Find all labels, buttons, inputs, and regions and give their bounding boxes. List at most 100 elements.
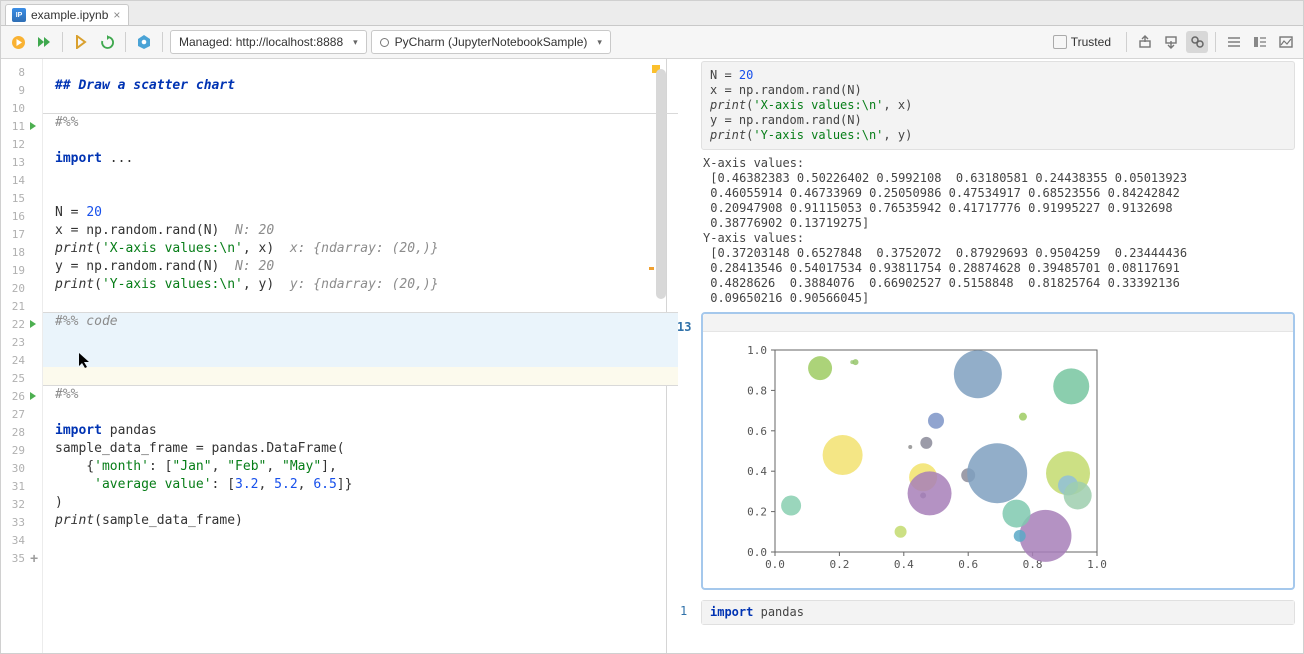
separator: [1126, 32, 1127, 52]
scatter-chart: 0.00.20.40.60.81.00.00.20.40.60.81.0: [703, 332, 1293, 588]
gutter-row: 13: [1, 153, 43, 171]
scrollbar-thumb[interactable]: [656, 69, 666, 299]
tab-example-ipynb[interactable]: example.ipynb ×: [5, 4, 129, 25]
gutter-row: 12: [1, 135, 43, 153]
gutter-row: 20: [1, 279, 43, 297]
line-number: 22: [1, 318, 25, 331]
gutter-row: 21: [1, 297, 43, 315]
svg-text:0.4: 0.4: [894, 558, 914, 571]
line-number: 18: [1, 246, 25, 259]
code-line[interactable]: [55, 530, 666, 548]
code-line[interactable]: import pandas: [55, 422, 666, 440]
output-text: X-axis values: [0.46382383 0.50226402 0.…: [703, 156, 1295, 306]
view-list-button[interactable]: [1223, 31, 1245, 53]
code-line[interactable]: y = np.random.rand(N) N: 20: [55, 258, 666, 276]
trusted-checkbox[interactable]: [1053, 35, 1067, 49]
code-line[interactable]: [55, 95, 666, 113]
code-line[interactable]: ): [55, 494, 666, 512]
code-line[interactable]: [55, 132, 666, 150]
line-number: 35: [1, 552, 25, 565]
line-number: 21: [1, 300, 25, 313]
separator: [62, 32, 63, 52]
kernel-status-icon: [380, 38, 389, 47]
server-selector[interactable]: Managed: http://localhost:8888: [170, 30, 367, 54]
line-number: 33: [1, 516, 25, 529]
run-all-button[interactable]: [33, 31, 55, 53]
run-cell-icon[interactable]: [30, 320, 36, 328]
code-keyword: import: [710, 605, 753, 619]
svg-text:1.0: 1.0: [1087, 558, 1107, 571]
code-line[interactable]: print(sample_data_frame): [55, 512, 666, 530]
view-gallery-button[interactable]: [1275, 31, 1297, 53]
code-line[interactable]: #%% code: [43, 313, 678, 331]
gutter-row: 11: [1, 117, 43, 135]
gutter-row: 8: [1, 63, 43, 81]
code-line[interactable]: import ...: [55, 150, 666, 168]
code-line[interactable]: [43, 331, 678, 349]
interrupt-button[interactable]: [70, 31, 92, 53]
code-line[interactable]: [55, 186, 666, 204]
code-line[interactable]: ## Draw a scatter chart: [55, 77, 666, 95]
server-label: Managed: http://localhost:8888: [179, 35, 343, 49]
code-line[interactable]: print('X-axis values:\n', x) x: {ndarray…: [55, 240, 666, 258]
gutter-row: 10: [1, 99, 43, 117]
export-button[interactable]: [1134, 31, 1156, 53]
code-line[interactable]: 'average value': [3.2, 5.2, 6.5]}: [55, 476, 666, 494]
code-line[interactable]: #%%: [55, 114, 666, 132]
restart-kernel-button[interactable]: [96, 31, 118, 53]
run-cell-icon[interactable]: [30, 392, 36, 400]
code-line[interactable]: [55, 168, 666, 186]
open-in-browser-button[interactable]: [133, 31, 155, 53]
gutter-row: 25: [1, 369, 43, 387]
code-line[interactable]: [55, 404, 666, 422]
gutter-row: 28: [1, 423, 43, 441]
view-detail-button[interactable]: [1249, 31, 1271, 53]
cell-input-area[interactable]: [703, 314, 1293, 332]
gutter-row: 33: [1, 513, 43, 531]
code-line[interactable]: sample_data_frame = pandas.DataFrame(: [55, 440, 666, 458]
cell-prompt: 1: [680, 604, 687, 618]
close-icon[interactable]: ×: [113, 9, 120, 21]
gutter-row: 32: [1, 495, 43, 513]
output-cell-next[interactable]: 1 import pandas: [701, 600, 1295, 625]
line-number: 13: [1, 156, 25, 169]
gutter: 8910111213141516171819202122232425262728…: [1, 59, 43, 653]
run-cell-icon[interactable]: [30, 122, 36, 130]
svg-text:0.0: 0.0: [765, 558, 785, 571]
separator: [1215, 32, 1216, 52]
gutter-row: 18: [1, 243, 43, 261]
code-line[interactable]: {'month': ["Jan", "Feb", "May"],: [55, 458, 666, 476]
gutter-row: 23: [1, 333, 43, 351]
jupyter-file-icon: [12, 8, 26, 22]
add-cell-icon[interactable]: +: [30, 550, 38, 566]
run-cell-button[interactable]: [7, 31, 29, 53]
line-number: 34: [1, 534, 25, 547]
code-line[interactable]: print('Y-axis values:\n', y) y: {ndarray…: [55, 276, 666, 294]
gutter-row: 35 +: [1, 549, 43, 567]
kernel-selector[interactable]: PyCharm (JupyterNotebookSample): [371, 30, 611, 54]
separator: [162, 32, 163, 52]
line-number: 11: [1, 120, 25, 133]
output-cell-13[interactable]: 13 0.00.20.40.60.81.00.00.20.40.60.81.0: [701, 312, 1295, 590]
separator: [125, 32, 126, 52]
code-line[interactable]: [55, 59, 666, 77]
code-editor[interactable]: 8910111213141516171819202122232425262728…: [1, 59, 667, 653]
cell-prompt: 13: [677, 320, 691, 334]
sync-scroll-button[interactable]: [1186, 31, 1208, 53]
gutter-row: 14: [1, 171, 43, 189]
gutter-row: 34: [1, 531, 43, 549]
code-line[interactable]: [55, 548, 666, 566]
code-line[interactable]: [43, 349, 678, 367]
code-line[interactable]: N = 20: [55, 204, 666, 222]
code-line[interactable]: #%%: [55, 386, 666, 404]
code-line[interactable]: [55, 294, 666, 312]
code-line[interactable]: [43, 367, 678, 385]
output-panel: N = 20 x = np.random.rand(N) print('X-ax…: [667, 59, 1303, 653]
gutter-row: 31: [1, 477, 43, 495]
gutter-row: 29: [1, 441, 43, 459]
gutter-row: 17: [1, 225, 43, 243]
code-line[interactable]: x = np.random.rand(N) N: 20: [55, 222, 666, 240]
import-button[interactable]: [1160, 31, 1182, 53]
tab-strip: example.ipynb ×: [1, 1, 1303, 26]
svg-text:0.4: 0.4: [747, 465, 767, 478]
